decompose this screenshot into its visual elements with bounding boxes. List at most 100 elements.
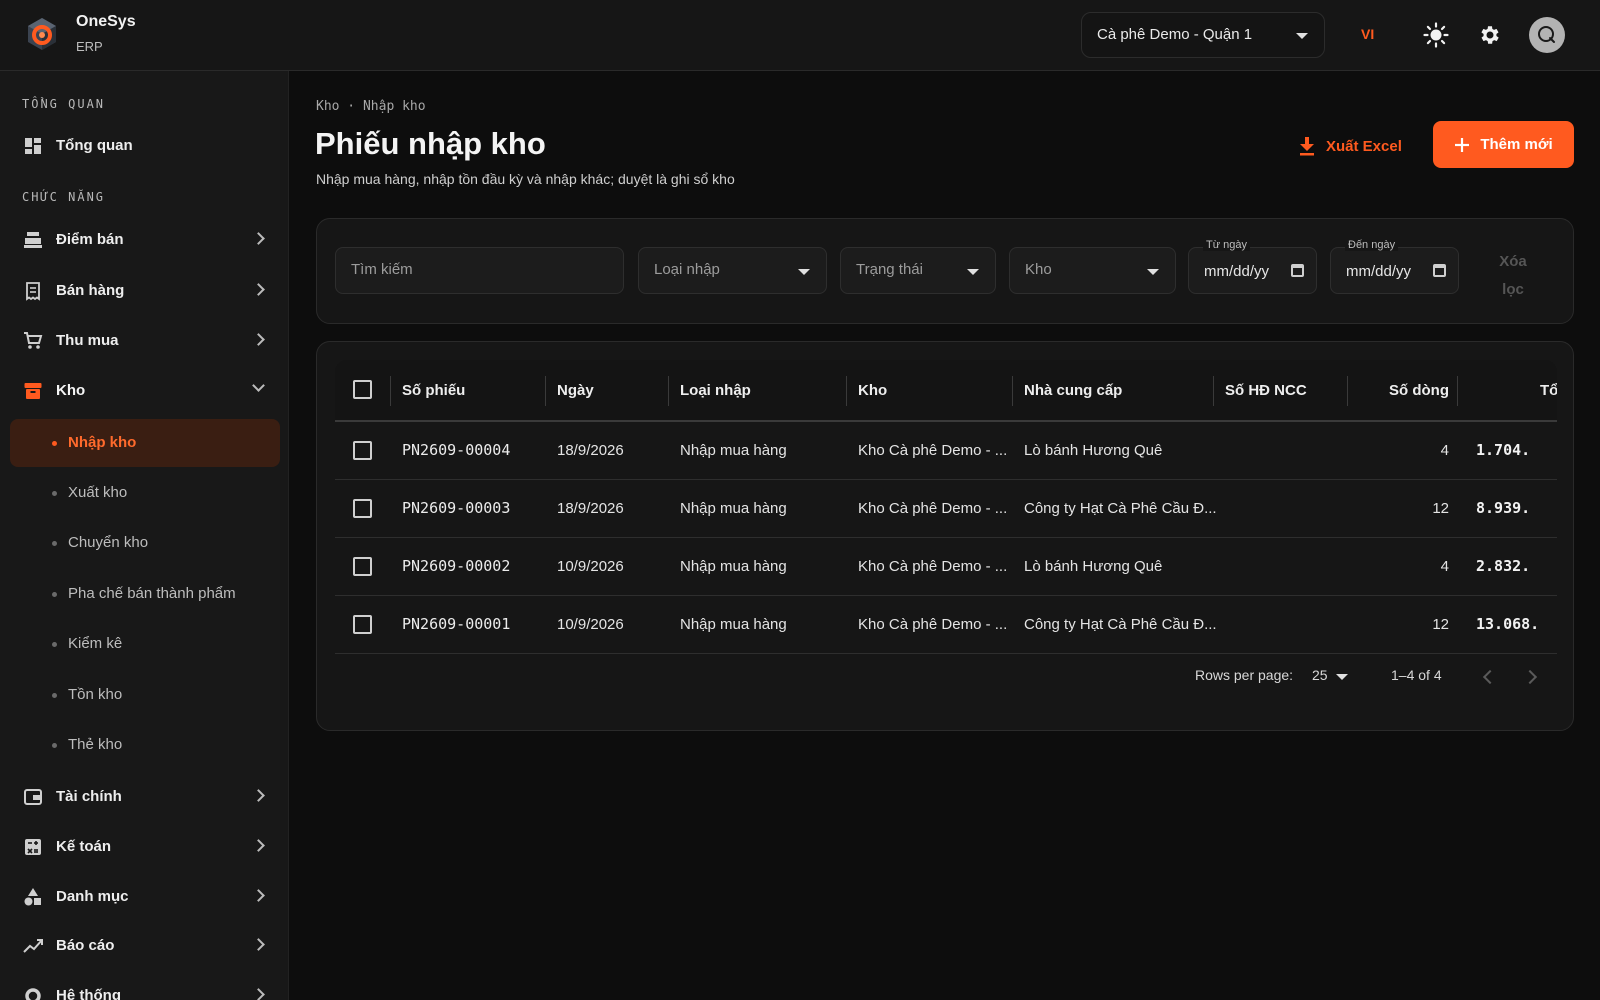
sidebar-subitem-label: Pha chế bán thành phẩm bbox=[68, 585, 236, 602]
sidebar-subitem-transfer[interactable]: Chuyển kho bbox=[10, 519, 280, 567]
table-row[interactable]: PN2609-00002 10/9/2026 Nhập mua hàng Kho… bbox=[335, 538, 1557, 596]
column-divider bbox=[390, 376, 391, 406]
row-checkbox[interactable] bbox=[353, 557, 372, 576]
bullet-icon bbox=[52, 541, 57, 546]
app-subtitle: ERP bbox=[76, 39, 103, 54]
column-header-code[interactable]: Số phiếu bbox=[402, 382, 465, 399]
column-header-date[interactable]: Ngày bbox=[557, 382, 594, 399]
rows-per-page-select[interactable]: 25 bbox=[1312, 667, 1328, 683]
store-selector[interactable]: Cà phê Demo - Quận 1 bbox=[1081, 12, 1325, 58]
sidebar-item-label: Báo cáo bbox=[56, 937, 115, 954]
receipts-table-card: Số phiếu Ngày Loại nhập Kho Nhà cung cấp… bbox=[316, 341, 1574, 731]
sidebar-section-overview: TỔNG QUAN bbox=[22, 97, 106, 111]
theme-toggle-button[interactable] bbox=[1419, 18, 1453, 52]
column-header-invoice[interactable]: Số HĐ NCC bbox=[1225, 382, 1307, 399]
table-row[interactable]: PN2609-00001 10/9/2026 Nhập mua hàng Kho… bbox=[335, 596, 1557, 654]
sidebar-subitem-label: Kiểm kê bbox=[68, 635, 123, 652]
table-row[interactable]: PN2609-00003 18/9/2026 Nhập mua hàng Kho… bbox=[335, 480, 1557, 538]
sidebar-item-warehouse[interactable]: Kho bbox=[0, 371, 288, 411]
sun-icon bbox=[1423, 22, 1449, 48]
select-all-checkbox[interactable] bbox=[353, 380, 372, 399]
calculator-icon bbox=[25, 839, 41, 855]
top-bar: OneSys ERP Cà phê Demo - Quận 1 VI bbox=[0, 0, 1600, 71]
receipt-code[interactable]: PN2609-00003 bbox=[402, 499, 510, 517]
clear-filters-button[interactable]: Xóa lọc bbox=[1488, 248, 1538, 304]
settings-button[interactable] bbox=[1473, 18, 1507, 52]
bullet-icon bbox=[52, 642, 57, 647]
row-checkbox[interactable] bbox=[353, 441, 372, 460]
from-date-value: mm/dd/yy bbox=[1204, 263, 1270, 280]
to-date-label: Đến ngày bbox=[1345, 239, 1399, 251]
warehouse-select[interactable]: Kho bbox=[1009, 247, 1176, 294]
calendar-icon[interactable] bbox=[1291, 264, 1304, 277]
receipt-date: 10/9/2026 bbox=[557, 558, 624, 575]
column-header-lines[interactable]: Số dòng bbox=[1359, 382, 1449, 399]
previous-page-icon[interactable] bbox=[1482, 669, 1498, 685]
receipt-lines: 12 bbox=[1432, 616, 1449, 633]
column-divider bbox=[1347, 376, 1348, 406]
row-checkbox[interactable] bbox=[353, 615, 372, 634]
column-header-supplier[interactable]: Nhà cung cấp bbox=[1024, 382, 1122, 399]
row-checkbox[interactable] bbox=[353, 499, 372, 518]
sidebar-item-label: Điểm bán bbox=[56, 231, 124, 248]
import-type-select[interactable]: Loại nhập bbox=[638, 247, 827, 294]
receipt-code[interactable]: PN2609-00002 bbox=[402, 557, 510, 575]
shopping-cart-icon bbox=[24, 332, 43, 349]
status-select[interactable]: Trạng thái bbox=[840, 247, 996, 294]
sidebar-item-reports[interactable]: Báo cáo bbox=[0, 926, 288, 966]
chevron-right-icon bbox=[252, 333, 265, 346]
to-date-input[interactable]: Đến ngày mm/dd/yy bbox=[1330, 239, 1459, 294]
sidebar-item-system[interactable]: Hệ thống bbox=[0, 976, 288, 1000]
chevron-down-icon bbox=[967, 269, 979, 275]
sidebar-item-sales[interactable]: Bán hàng bbox=[0, 271, 288, 311]
download-icon bbox=[1300, 137, 1314, 156]
sidebar-subitem-stock-card[interactable]: Thẻ kho bbox=[10, 721, 280, 769]
sidebar-item-accounting[interactable]: Kế toán bbox=[0, 827, 288, 867]
chevron-down-icon bbox=[252, 379, 265, 392]
column-header-type[interactable]: Loại nhập bbox=[680, 382, 751, 399]
sidebar-item-catalog[interactable]: Danh mục bbox=[0, 877, 288, 917]
page-subtitle: Nhập mua hàng, nhập tồn đầu kỳ và nhập k… bbox=[316, 171, 735, 187]
column-divider bbox=[1012, 376, 1013, 406]
search-input[interactable]: Tìm kiếm bbox=[335, 247, 624, 294]
chevron-down-icon[interactable] bbox=[1336, 674, 1348, 680]
language-switch[interactable]: VI bbox=[1361, 26, 1374, 42]
column-divider bbox=[1457, 376, 1458, 406]
search-placeholder: Tìm kiếm bbox=[351, 261, 413, 278]
to-date-value: mm/dd/yy bbox=[1346, 263, 1412, 280]
chevron-down-icon bbox=[798, 269, 810, 275]
receipt-lines: 4 bbox=[1440, 558, 1449, 575]
sidebar-subitem-receipt[interactable]: Nhập kho bbox=[10, 419, 280, 467]
column-divider bbox=[668, 376, 669, 406]
column-header-warehouse[interactable]: Kho bbox=[858, 382, 887, 399]
page-title: Phiếu nhập kho bbox=[315, 126, 546, 161]
sidebar-item-purchasing[interactable]: Thu mua bbox=[0, 321, 288, 361]
status-placeholder: Trạng thái bbox=[856, 261, 923, 278]
sidebar-item-pos[interactable]: Điểm bán bbox=[0, 220, 288, 260]
receipt-type: Nhập mua hàng bbox=[680, 616, 787, 633]
user-avatar[interactable] bbox=[1529, 17, 1565, 53]
plus-icon bbox=[1455, 137, 1470, 152]
export-excel-button[interactable]: Xuất Excel bbox=[1298, 131, 1402, 161]
gear-icon bbox=[25, 988, 41, 1000]
sidebar-subitem-stocktake[interactable]: Kiểm kê bbox=[10, 620, 280, 668]
table-header: Số phiếu Ngày Loại nhập Kho Nhà cung cấp… bbox=[335, 360, 1557, 422]
calendar-icon[interactable] bbox=[1433, 264, 1446, 277]
sidebar-subitem-issue[interactable]: Xuất kho bbox=[10, 469, 280, 517]
column-divider bbox=[545, 376, 546, 406]
shapes-icon bbox=[24, 888, 41, 906]
receipt-code[interactable]: PN2609-00004 bbox=[402, 441, 510, 459]
receipt-supplier: Công ty Hạt Cà Phê Cầu Đ... bbox=[1024, 616, 1217, 633]
sidebar-item-overview[interactable]: Tổng quan bbox=[0, 126, 288, 166]
receipt-code[interactable]: PN2609-00001 bbox=[402, 615, 510, 633]
from-date-input[interactable]: Từ ngày mm/dd/yy bbox=[1188, 239, 1317, 294]
column-header-total[interactable]: Tổ bbox=[1540, 382, 1557, 399]
chevron-right-icon bbox=[252, 839, 265, 852]
add-new-button[interactable]: Thêm mới bbox=[1433, 121, 1574, 168]
next-page-icon[interactable] bbox=[1522, 669, 1538, 685]
sidebar-item-finance[interactable]: Tài chính bbox=[0, 777, 288, 817]
sidebar-subitem-semi-finished[interactable]: Pha chế bán thành phẩm bbox=[10, 570, 280, 618]
receipt-lines: 12 bbox=[1432, 500, 1449, 517]
table-row[interactable]: PN2609-00004 18/9/2026 Nhập mua hàng Kho… bbox=[335, 422, 1557, 480]
sidebar-subitem-inventory[interactable]: Tồn kho bbox=[10, 671, 280, 719]
